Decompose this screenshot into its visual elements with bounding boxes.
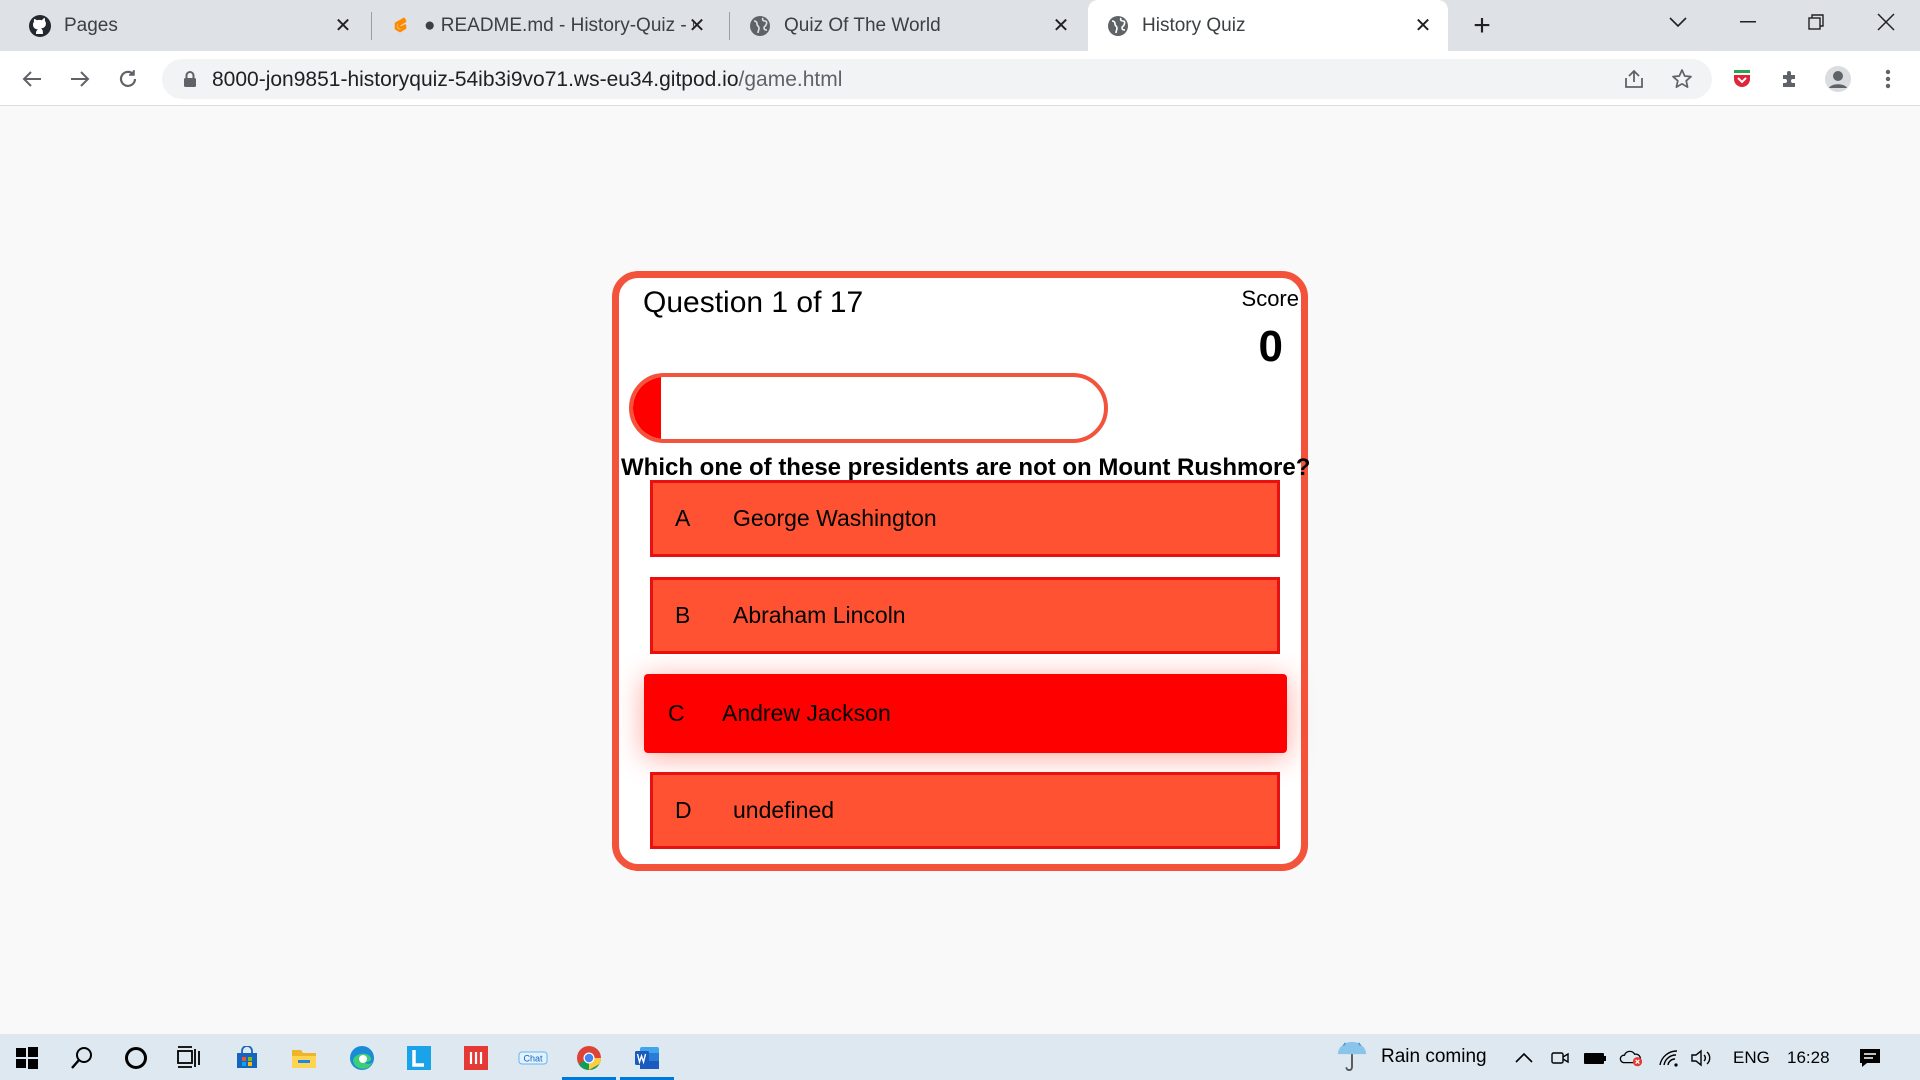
- battery-icon[interactable]: [1583, 1046, 1607, 1070]
- choice-text: Andrew Jackson: [722, 700, 891, 726]
- browser-tab-strip: Pages ✕ ● README.md - History-Quiz - G ✕…: [0, 0, 1920, 51]
- search-icon[interactable]: [66, 1042, 98, 1074]
- tab-readme[interactable]: ● README.md - History-Quiz - G ✕: [374, 0, 722, 51]
- browser-toolbar: 8000-jon9851-historyquiz-54ib3i9vo71.ws-…: [0, 51, 1920, 106]
- reload-icon[interactable]: [112, 63, 144, 95]
- choice-a[interactable]: A George Washington: [650, 480, 1280, 557]
- word-icon[interactable]: [631, 1042, 663, 1074]
- chevron-up-icon[interactable]: [1512, 1046, 1536, 1070]
- pocket-extension-icon[interactable]: [1726, 63, 1758, 95]
- score-value: 0: [1258, 322, 1283, 371]
- tab-title: History Quiz: [1142, 14, 1246, 36]
- task-view-icon[interactable]: [173, 1042, 205, 1074]
- globe-icon: [748, 14, 772, 38]
- choice-text: Abraham Lincoln: [733, 602, 906, 628]
- back-arrow-icon[interactable]: [16, 63, 48, 95]
- url-text: 8000-jon9851-historyquiz-54ib3i9vo71.ws-…: [212, 68, 842, 92]
- question-counter: Question 1 of 17: [643, 286, 864, 319]
- volume-icon[interactable]: [1690, 1046, 1714, 1070]
- progress-fill: [633, 377, 661, 439]
- tab-separator: [729, 12, 730, 40]
- window-close-icon[interactable]: [1856, 0, 1916, 44]
- choice-prefix: A: [675, 505, 691, 531]
- tab-title: Quiz Of The World: [784, 14, 941, 36]
- svg-text:Chat: Chat: [523, 1054, 543, 1064]
- profile-avatar-icon[interactable]: [1822, 63, 1854, 95]
- umbrella-weather-icon[interactable]: [1336, 1040, 1368, 1072]
- tab-quiz-of-the-world[interactable]: Quiz Of The World ✕: [732, 0, 1086, 51]
- tab-title: Pages: [64, 14, 118, 36]
- quiz-card: Question 1 of 17 Score 0 Which one of th…: [612, 271, 1311, 871]
- minimize-icon[interactable]: [1718, 0, 1778, 44]
- share-icon[interactable]: [1622, 67, 1646, 91]
- tab-title: ● README.md - History-Quiz - G: [424, 14, 694, 36]
- l-app-icon[interactable]: [403, 1042, 435, 1074]
- meet-now-icon[interactable]: [1548, 1046, 1572, 1070]
- address-bar[interactable]: 8000-jon9851-historyquiz-54ib3i9vo71.ws-…: [162, 59, 1712, 99]
- red-app-icon[interactable]: [460, 1042, 492, 1074]
- globe-icon: [1106, 14, 1130, 38]
- question-text: Which one of these presidents are not on…: [621, 454, 1311, 481]
- choice-b[interactable]: B Abraham Lincoln: [650, 577, 1280, 654]
- url-path: /game.html: [738, 68, 843, 91]
- weather-text[interactable]: Rain coming: [1381, 1046, 1487, 1068]
- onedrive-error-icon[interactable]: [1619, 1046, 1643, 1070]
- chrome-icon[interactable]: [573, 1042, 605, 1074]
- progress-bar: [629, 373, 1108, 443]
- choice-prefix: C: [668, 700, 685, 726]
- file-explorer-icon[interactable]: [288, 1042, 320, 1074]
- choice-prefix: B: [675, 602, 691, 628]
- close-icon[interactable]: ✕: [686, 14, 708, 37]
- windows-taskbar: Chat Rain coming ENG 16:28: [0, 1034, 1920, 1080]
- windows-start-icon[interactable]: [11, 1042, 43, 1074]
- choice-d[interactable]: D undefined: [650, 772, 1280, 849]
- extensions-puzzle-icon[interactable]: [1774, 63, 1806, 95]
- new-tab-button[interactable]: +: [1466, 9, 1498, 42]
- page-viewport: Question 1 of 17 Score 0 Which one of th…: [0, 107, 1920, 1034]
- forward-arrow-icon[interactable]: [64, 63, 96, 95]
- tab-search-chevron-icon[interactable]: [1648, 0, 1708, 44]
- choice-text: George Washington: [733, 505, 937, 531]
- kebab-menu-icon[interactable]: [1872, 63, 1904, 95]
- choice-prefix: D: [675, 797, 692, 823]
- tab-separator: [371, 12, 372, 40]
- cortana-icon[interactable]: [120, 1042, 152, 1074]
- tab-history-quiz[interactable]: History Quiz ✕: [1088, 0, 1448, 51]
- gitpod-icon: [388, 14, 412, 38]
- store-icon[interactable]: [231, 1042, 263, 1074]
- notifications-icon[interactable]: [1858, 1046, 1882, 1070]
- edge-icon[interactable]: [346, 1042, 378, 1074]
- close-icon[interactable]: ✕: [1050, 14, 1072, 37]
- close-icon[interactable]: ✕: [1412, 14, 1434, 37]
- wifi-icon[interactable]: [1657, 1046, 1681, 1070]
- tab-pages[interactable]: Pages ✕: [0, 0, 368, 51]
- chat-app-icon[interactable]: Chat: [517, 1042, 549, 1074]
- url-host: 8000-jon9851-historyquiz-54ib3i9vo71.ws-…: [212, 68, 739, 91]
- choice-c[interactable]: C Andrew Jackson: [644, 674, 1287, 753]
- language-indicator[interactable]: ENG: [1733, 1048, 1770, 1068]
- score-label: Score: [1241, 286, 1299, 311]
- restore-icon[interactable]: [1786, 0, 1846, 44]
- bookmark-star-icon[interactable]: [1670, 67, 1694, 91]
- lock-icon: [180, 69, 200, 89]
- choice-text: undefined: [733, 797, 835, 823]
- github-icon: [28, 14, 52, 38]
- close-icon[interactable]: ✕: [332, 14, 354, 37]
- clock-time[interactable]: 16:28: [1787, 1048, 1830, 1068]
